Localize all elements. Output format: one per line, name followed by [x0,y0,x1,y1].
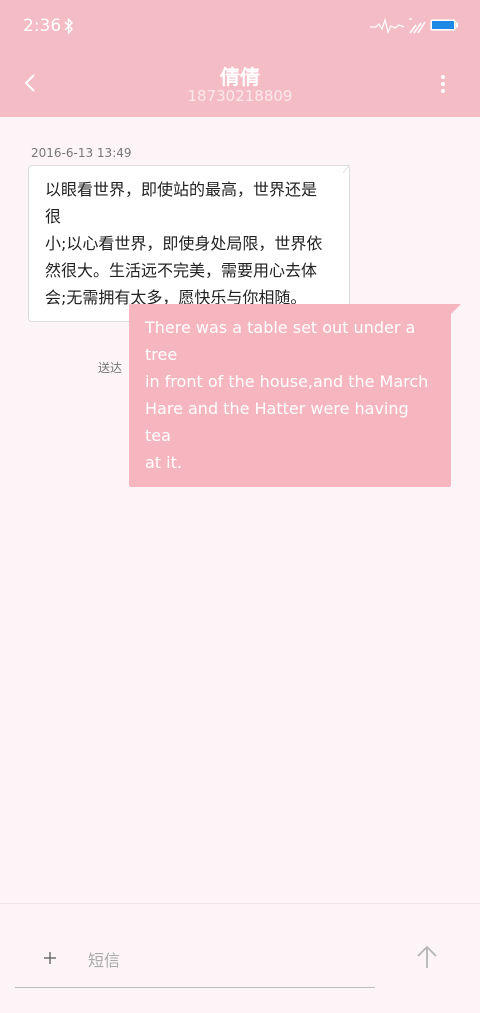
more-options-icon[interactable] [432,70,454,98]
message-line: in front of the house,and the March [145,372,429,391]
battery-icon [430,19,458,31]
message-line: 以眼看世界，即使站的最高，世界还是很 [45,180,318,226]
conversation-header: 倩倩 18730218809 [0,52,480,117]
delivery-status: 送达 [98,361,123,375]
message-line: 小;以心看世界，即使身处局限，世界依 [45,234,323,253]
outgoing-bubble-tail [449,304,461,316]
send-arrow-icon[interactable] [414,943,440,971]
composer-divider [0,903,480,904]
incoming-bubble-tail [338,165,350,174]
message-input[interactable] [88,947,358,973]
message-line: 然很大。生活远不完美，需要用心去体 [45,261,318,280]
contact-phone-number: 18730218809 [187,87,293,105]
message-line: There was a table set out under a tree [145,318,416,364]
bluetooth-icon [64,18,73,34]
message-line: at it. [145,453,182,472]
message-line: Hare and the Hatter were having tea [145,399,409,445]
message-timestamp: 2016-6-13 13:49 [31,146,132,160]
add-attachment-icon[interactable] [38,946,62,970]
signal-icon [370,18,404,34]
status-bar: 2:36 [0,0,480,52]
outgoing-message-bubble[interactable]: There was a table set out under a tree i… [129,304,451,487]
contact-name: 倩倩 [220,65,260,89]
wifi-icon [409,18,426,34]
incoming-message-bubble[interactable]: 以眼看世界，即使站的最高，世界还是很 小;以心看世界，即使身处局限，世界依 然很… [28,165,350,322]
message-input-underline [15,987,375,988]
status-time: 2:36 [23,16,62,36]
